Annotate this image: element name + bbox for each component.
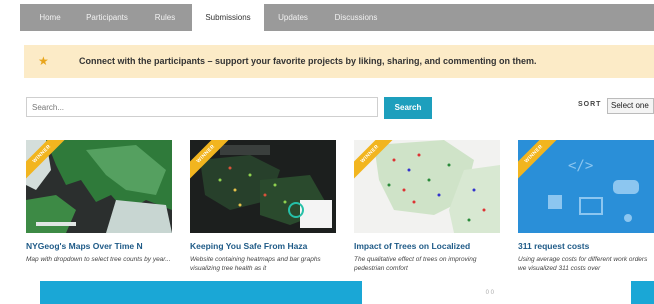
card-stats: 0 0: [485, 290, 494, 296]
card-title[interactable]: NYGeog's Maps Over Time N: [26, 241, 172, 251]
card-title[interactable]: 311 request costs: [518, 241, 654, 251]
tab-bar: Home Participants Rules Submissions Upda…: [20, 4, 654, 32]
overlay-bar: [631, 281, 654, 304]
card-description: Using average costs for different work o…: [518, 256, 648, 272]
search-input[interactable]: [26, 97, 378, 117]
tab-home[interactable]: Home: [32, 4, 68, 31]
card-thumbnail[interactable]: </> WINNER: [518, 140, 654, 233]
card-title[interactable]: Keeping You Safe From Haza: [190, 241, 336, 251]
card-thumbnail[interactable]: WINNER: [26, 140, 172, 233]
submission-card[interactable]: WINNER NYGeog's Maps Over Time N Map wit…: [26, 140, 172, 304]
svg-text:</>: </>: [568, 158, 593, 174]
submission-card[interactable]: WINNER Keeping You Safe From Haza Websit…: [190, 140, 336, 304]
card-description: Map with dropdown to select tree counts …: [26, 256, 171, 263]
card-thumbnail[interactable]: WINNER: [354, 140, 500, 233]
tab-rules[interactable]: Rules: [148, 4, 182, 31]
star-icon: ★: [38, 54, 49, 68]
tab-updates[interactable]: Updates: [272, 4, 314, 31]
submission-card[interactable]: </> WINNER 311 request costs Using avera…: [518, 140, 654, 304]
tab-submissions[interactable]: Submissions: [192, 4, 264, 32]
search-button[interactable]: Search: [384, 97, 432, 119]
sort-label: SORT: [578, 101, 602, 108]
card-thumbnail[interactable]: WINNER: [190, 140, 336, 233]
card-description: The qualitative effect of trees on impro…: [354, 256, 477, 272]
info-banner: ★ Connect with the participants – suppor…: [24, 45, 654, 78]
tab-discussions[interactable]: Discussions: [326, 4, 386, 31]
sort-select[interactable]: Select one: [607, 98, 654, 114]
submission-card[interactable]: WINNER Impact of Trees on Localized The …: [354, 140, 500, 304]
tab-participants[interactable]: Participants: [78, 4, 136, 31]
overlay-bar: [40, 281, 362, 304]
banner-message: Connect with the participants – support …: [79, 56, 537, 66]
card-description: Website containing heatmaps and bar grap…: [190, 256, 321, 272]
card-title[interactable]: Impact of Trees on Localized: [354, 241, 500, 251]
